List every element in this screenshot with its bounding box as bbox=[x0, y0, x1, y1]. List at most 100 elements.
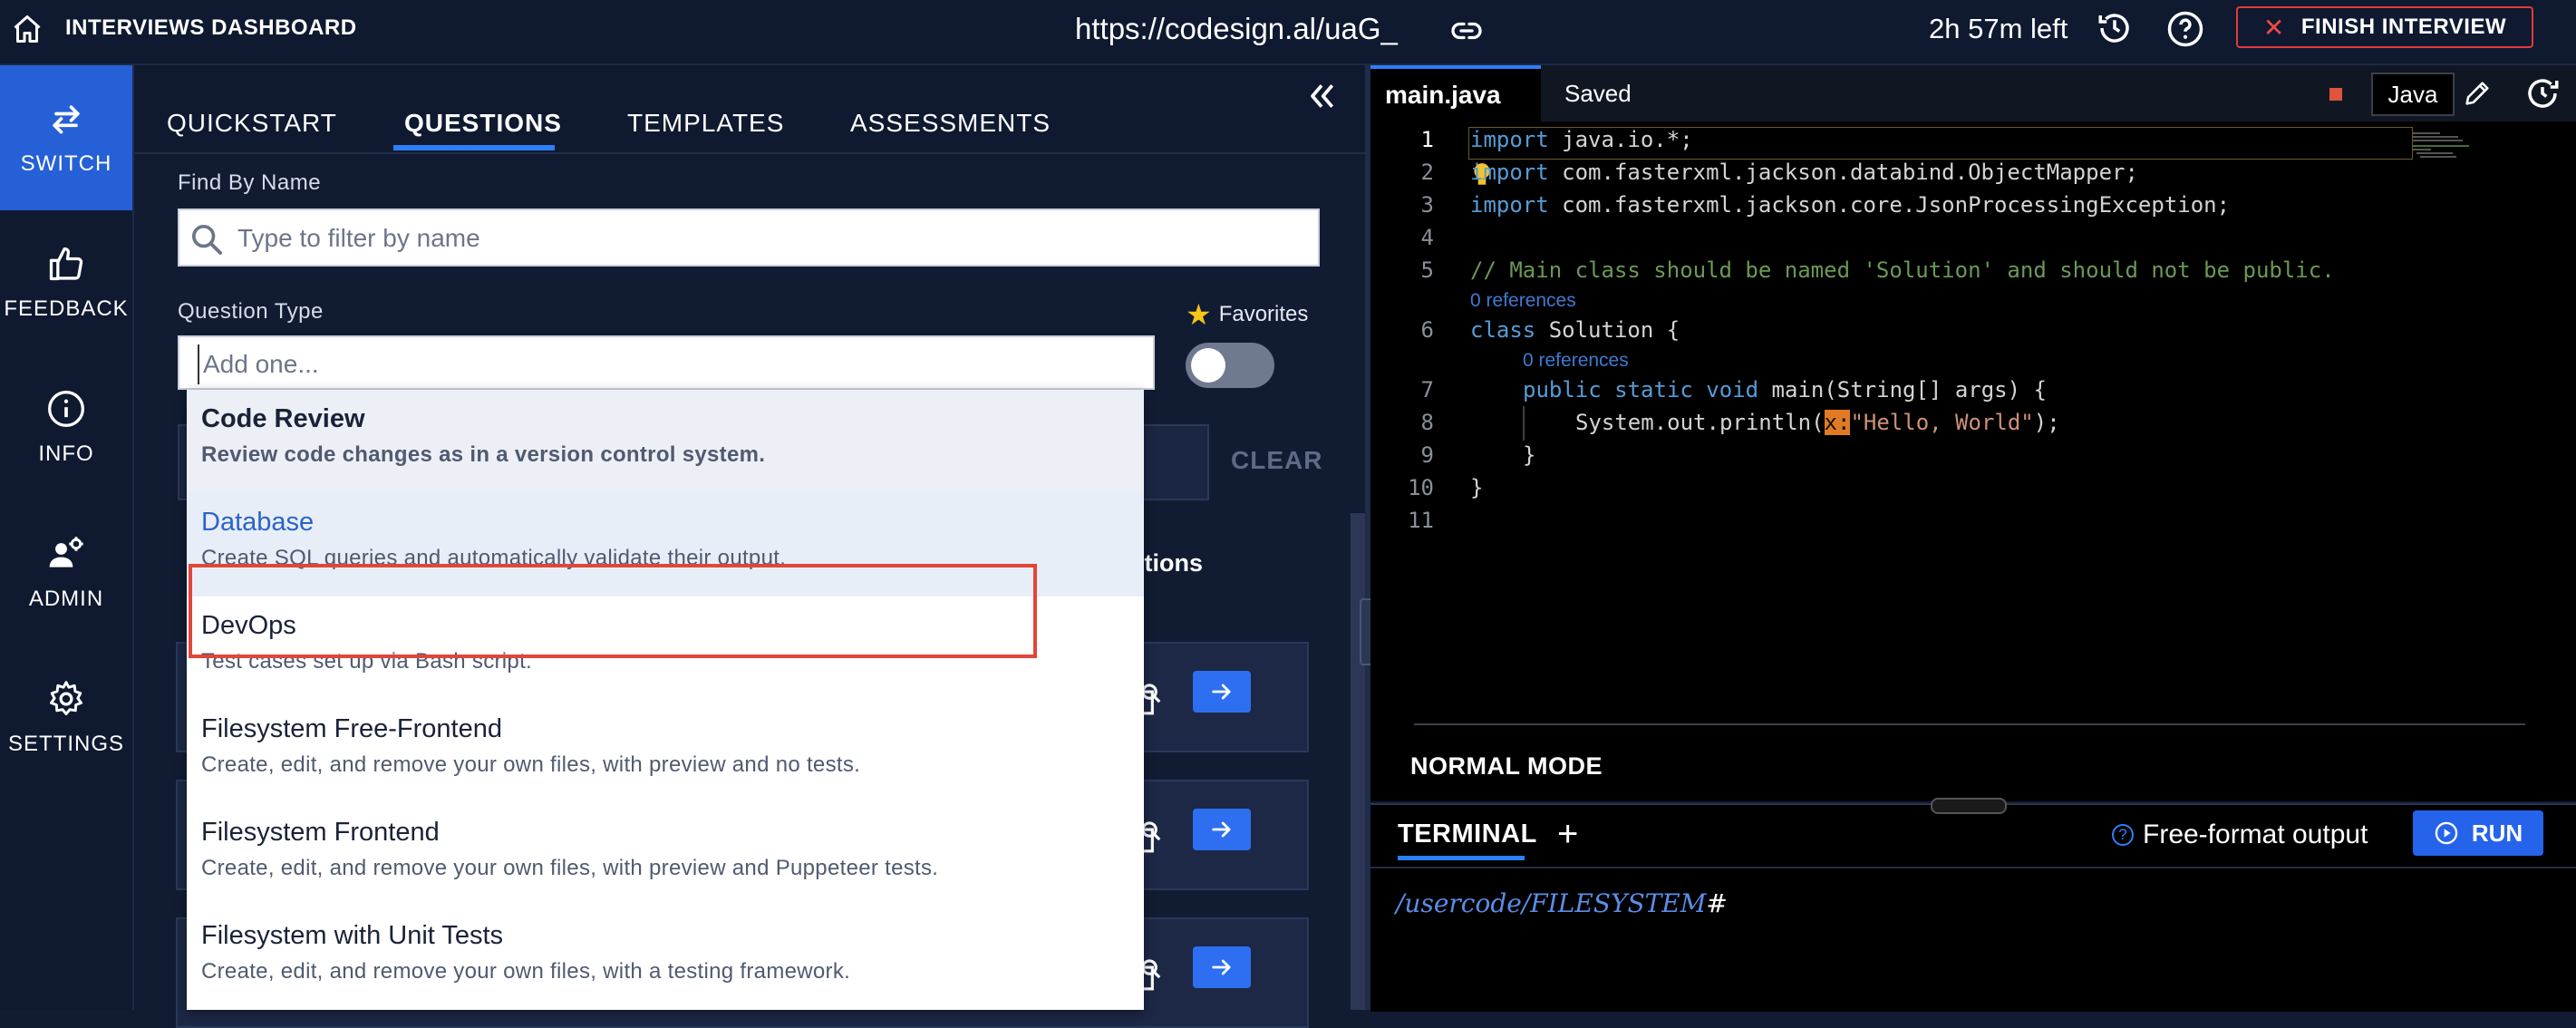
code-minimap[interactable] bbox=[2413, 131, 2476, 167]
code-keyword: public static void bbox=[1523, 377, 1759, 402]
tab-assessments[interactable]: ASSESSMENTS bbox=[850, 109, 1051, 138]
code-editor: main.java Saved Java 1 2 3 4 5 6 7 8 9 1… bbox=[1370, 65, 2576, 801]
file-tab-label: main.java bbox=[1385, 81, 1501, 109]
code-text: System.out.println( bbox=[1575, 410, 1825, 435]
arrow-right-icon bbox=[1212, 959, 1231, 975]
tab-terminal[interactable]: TERMINAL bbox=[1398, 819, 1537, 849]
output-mode[interactable]: ? Free-format output bbox=[2112, 819, 2368, 850]
gear-icon bbox=[50, 681, 82, 715]
run-button[interactable]: RUN bbox=[2413, 810, 2543, 856]
question-type-input[interactable] bbox=[198, 344, 1148, 384]
code-line-1: import java.io.*; bbox=[1470, 127, 1693, 152]
question-circle-icon: ? bbox=[2112, 824, 2134, 846]
code-area[interactable]: 1 2 3 4 5 6 7 8 9 10 11 import java.io.*… bbox=[1370, 123, 2576, 740]
panel-tabs: QUICKSTART QUESTIONS TEMPLATES ASSESSMEN… bbox=[134, 65, 1365, 154]
code-text: com.fasterxml.jackson.core.JsonProcessin… bbox=[1548, 192, 2231, 218]
arrow-right-icon bbox=[1212, 821, 1231, 838]
code-line-2: import com.fasterxml.jackson.databind.Ob… bbox=[1470, 160, 2138, 185]
search-field[interactable] bbox=[178, 209, 1320, 267]
search-input[interactable] bbox=[236, 218, 1309, 259]
option-devops[interactable]: DevOps Test cases set up via Bash script… bbox=[187, 596, 1144, 700]
code-line-3: import com.fasterxml.jackson.core.JsonPr… bbox=[1470, 192, 2230, 218]
rail-item-info[interactable]: INFO bbox=[0, 355, 132, 500]
code-keyword: import bbox=[1470, 160, 1549, 185]
rail-item-admin[interactable]: ADMIN bbox=[0, 500, 132, 645]
terminal-resize-handle[interactable] bbox=[1931, 798, 2007, 814]
option-description: Review code changes as in a version cont… bbox=[201, 442, 766, 467]
question-type-field[interactable] bbox=[178, 335, 1155, 390]
option-title: Database bbox=[201, 508, 315, 537]
line-number: 1 bbox=[1420, 127, 1434, 152]
help-icon[interactable] bbox=[2166, 10, 2204, 48]
active-tab-indicator bbox=[1398, 856, 1525, 860]
codelens-references[interactable]: 0 references bbox=[1523, 350, 1629, 372]
clear-button[interactable]: CLEAR bbox=[1231, 446, 1322, 475]
file-tab-main-java[interactable]: main.java bbox=[1370, 65, 1541, 121]
output-mode-label: Free-format output bbox=[2143, 819, 2368, 849]
line-number: 9 bbox=[1420, 442, 1434, 468]
option-filesystem-free-frontend[interactable]: Filesystem Free-Frontend Create, edit, a… bbox=[187, 700, 1144, 803]
rail-label-switch: SWITCH bbox=[20, 151, 112, 176]
session-url: https://codesign.al/uaG_ bbox=[1075, 12, 1398, 45]
terminal-divider bbox=[1370, 867, 2576, 868]
history-icon[interactable] bbox=[2096, 9, 2134, 47]
option-filesystem-frontend[interactable]: Filesystem Frontend Create, edit, and re… bbox=[187, 803, 1144, 907]
pencil-icon[interactable] bbox=[2462, 78, 2493, 109]
rail-item-switch[interactable]: SWITCH bbox=[0, 65, 132, 210]
admin-gear-user-icon bbox=[49, 537, 83, 567]
rail-item-settings[interactable]: SETTINGS bbox=[0, 645, 132, 790]
rail-label-admin: ADMIN bbox=[28, 587, 104, 611]
tab-questions[interactable]: QUESTIONS bbox=[404, 109, 562, 138]
collapse-panel-icon[interactable] bbox=[1303, 78, 1340, 114]
reset-icon[interactable] bbox=[2523, 74, 2561, 112]
code-line-10: } bbox=[1470, 475, 1484, 500]
question-type-label: Question Type bbox=[178, 299, 324, 324]
finish-interview-button[interactable]: ✕ FINISH INTERVIEW bbox=[2236, 6, 2533, 48]
codelens-references[interactable]: 0 references bbox=[1470, 290, 1576, 312]
switch-arrows-icon bbox=[53, 105, 80, 134]
line-number: 8 bbox=[1420, 410, 1434, 435]
code-text: ); bbox=[2033, 410, 2060, 435]
favorites-toggle[interactable] bbox=[1186, 343, 1274, 388]
terminal-prompt[interactable]: /usercode/FILESYSTEM# bbox=[1396, 888, 1728, 918]
code-keyword: import bbox=[1470, 127, 1549, 152]
editor-mode-divider bbox=[1414, 723, 2525, 725]
rail-item-feedback[interactable]: FEEDBACK bbox=[0, 210, 132, 355]
option-description: Create, edit, and remove your own files,… bbox=[201, 856, 939, 880]
option-description: Test cases set up via Bash script. bbox=[201, 649, 533, 674]
time-left: 2h 57m left bbox=[1929, 13, 2068, 44]
play-circle-icon bbox=[2435, 821, 2458, 845]
option-description: Create, edit, and remove your own files,… bbox=[201, 959, 851, 984]
home-icon[interactable] bbox=[11, 13, 44, 45]
prompt-symbol: # bbox=[1706, 888, 1728, 918]
add-terminal-icon[interactable]: + bbox=[1557, 814, 1578, 855]
app-title: INTERVIEWS DASHBOARD bbox=[65, 15, 357, 40]
code-keyword: import bbox=[1470, 192, 1549, 218]
questions-scrollbar[interactable] bbox=[1351, 513, 1365, 1010]
copy-link-icon[interactable] bbox=[1450, 15, 1483, 47]
code-keyword: class bbox=[1470, 317, 1536, 343]
open-question-button[interactable] bbox=[1193, 946, 1251, 988]
code-line-9: } bbox=[1523, 442, 1536, 468]
open-question-button[interactable] bbox=[1193, 809, 1251, 850]
star-icon: ★ bbox=[1186, 298, 1212, 331]
option-title: Filesystem with Unit Tests bbox=[201, 921, 504, 950]
open-question-button[interactable] bbox=[1193, 671, 1251, 713]
line-number: 10 bbox=[1408, 475, 1434, 500]
toggle-knob bbox=[1191, 348, 1225, 383]
line-number: 4 bbox=[1420, 225, 1434, 250]
tab-quickstart[interactable]: QUICKSTART bbox=[167, 109, 337, 138]
language-selector[interactable]: Java bbox=[2371, 73, 2455, 116]
question-type-dropdown: Code Review Review code changes as in a … bbox=[187, 390, 1144, 1010]
line-number: 2 bbox=[1420, 160, 1434, 185]
option-description: Create SQL queries and automatically val… bbox=[201, 546, 787, 570]
tab-templates[interactable]: TEMPLATES bbox=[627, 109, 784, 138]
option-filesystem-unit-tests[interactable]: Filesystem with Unit Tests Create, edit,… bbox=[187, 907, 1144, 1010]
option-database[interactable]: Database Create SQL queries and automati… bbox=[187, 493, 1144, 596]
line-number: 6 bbox=[1420, 317, 1434, 343]
line-number: 11 bbox=[1408, 508, 1434, 533]
option-code-review[interactable]: Code Review Review code changes as in a … bbox=[187, 390, 1144, 493]
code-text: java.io.*; bbox=[1548, 127, 1693, 152]
left-rail: SWITCH FEEDBACK INFO ADMIN SETTINGS bbox=[0, 65, 134, 1010]
info-icon bbox=[48, 391, 84, 427]
